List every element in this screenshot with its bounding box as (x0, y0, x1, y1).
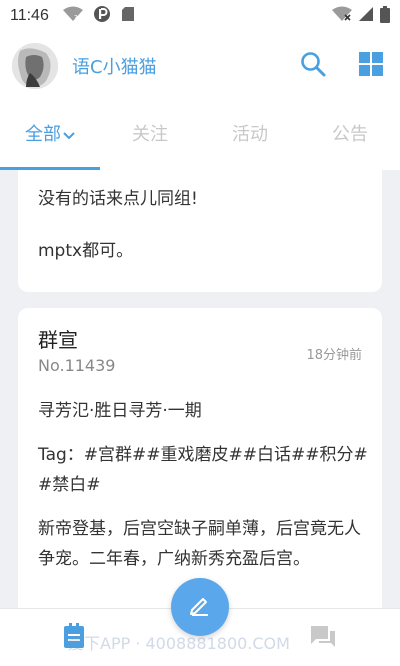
app-title: 语C小猫猫 (72, 57, 157, 78)
app-header: 语C小猫猫 (0, 32, 400, 100)
post-text: mptx都可。 (38, 241, 134, 261)
svg-text:?: ? (74, 14, 78, 22)
post-paragraph: Tag：#宫群##重戏磨皮##白话##积分##禁白# (38, 445, 368, 495)
compose-button[interactable] (171, 578, 229, 636)
sd-card-icon (121, 6, 135, 26)
tab-events[interactable]: 活动 (200, 100, 300, 170)
status-left-icons: ? (62, 5, 135, 27)
watermark: 爱下APP · 4008881800.COM (68, 634, 290, 653)
post-body: 寻芳氾·胜日寻芳·一期 Tag：#宫群##重戏磨皮##白话##积分##禁白# 新… (38, 396, 368, 588)
wifi-off-icon (332, 6, 352, 26)
message-icon[interactable] (310, 625, 336, 653)
signal-icon (358, 6, 374, 26)
post-card[interactable]: 群宣 No.11439 18分钟前 寻芳氾·胜日寻芳·一期 Tag：#宫群##重… (18, 308, 382, 610)
tab-label: 全部 (25, 124, 61, 145)
tab-label: 活动 (232, 124, 268, 145)
chevron-down-icon (63, 100, 75, 170)
header-actions (300, 51, 388, 81)
post-title: 群宣 (38, 328, 78, 352)
status-time: 11:46 (10, 7, 49, 24)
post-feed: 没有的话来点儿同组! mptx都可。 群宣 No.11439 18分钟前 寻芳氾… (0, 170, 400, 610)
post-paragraph: 寻芳氾·胜日寻芳·一期 (38, 401, 202, 421)
post-number: No.11439 (38, 356, 116, 375)
post-timestamp: 18分钟前 (306, 348, 362, 363)
wifi-question-icon: ? (62, 6, 83, 26)
tab-all[interactable]: 全部 (0, 100, 100, 170)
tab-label: 公告 (332, 124, 368, 145)
avatar[interactable] (12, 43, 58, 89)
post-text: 没有的话来点儿同组! (38, 189, 198, 209)
post-card[interactable]: 没有的话来点儿同组! mptx都可。 (18, 170, 382, 292)
status-right-icons (332, 5, 390, 27)
tab-announcements[interactable]: 公告 (300, 100, 400, 170)
battery-icon (380, 5, 390, 27)
tab-bar: 全部 关注 活动 公告 (0, 100, 400, 170)
p-badge-icon (93, 5, 111, 27)
tab-follow[interactable]: 关注 (100, 100, 200, 170)
search-icon[interactable] (300, 51, 326, 81)
grid-icon[interactable] (358, 51, 384, 81)
tab-label: 关注 (132, 124, 168, 145)
compose-icon (188, 593, 212, 621)
post-paragraph: 新帝登基，后宫空缺子嗣单薄，后宫竟无人争宠。二年春，广纳新秀充盈后宫。 (38, 519, 361, 569)
status-bar: 11:46 ? (0, 0, 400, 32)
